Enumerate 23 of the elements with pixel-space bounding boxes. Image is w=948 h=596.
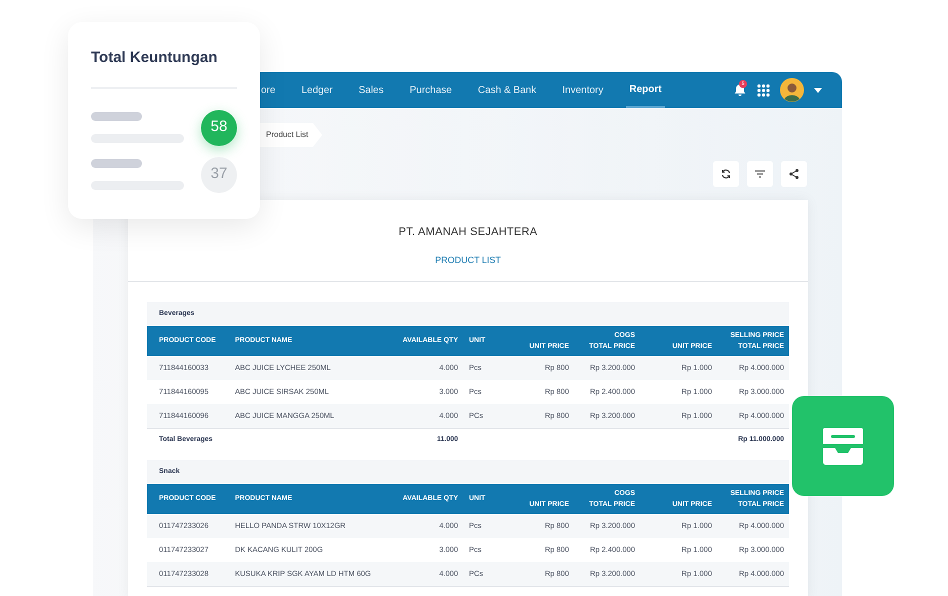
nav-tab[interactable]: Ledger (298, 72, 336, 108)
filter-icon (755, 170, 765, 178)
refresh-button[interactable] (713, 161, 739, 187)
nav-tab[interactable]: Inventory (559, 72, 606, 108)
count-badge: 37 (201, 156, 237, 192)
nav-tab[interactable]: Report (626, 72, 665, 108)
nav-tab[interactable]: ore (258, 72, 278, 108)
company-name: PT. AMANAH SEJAHTERA (398, 225, 538, 240)
report-title: PRODUCT LIST (435, 254, 501, 266)
refresh-icon (721, 169, 731, 179)
avatar[interactable] (780, 78, 804, 102)
card-title: Total Keuntungan (91, 48, 218, 68)
count-badge: 58 (201, 110, 237, 146)
nav-tab[interactable]: Purchase (406, 72, 455, 108)
share-button[interactable] (781, 161, 807, 187)
breadcrumb-item[interactable]: Product List (260, 123, 322, 147)
nav-tab[interactable]: Sales (356, 72, 387, 108)
nav-tab[interactable]: Cash & Bank (474, 72, 540, 108)
filter-button[interactable] (747, 161, 773, 187)
inbox-icon (821, 426, 865, 466)
caret-icon[interactable] (814, 88, 822, 92)
apps-grid-icon[interactable] (757, 84, 770, 96)
share-icon (789, 169, 799, 179)
